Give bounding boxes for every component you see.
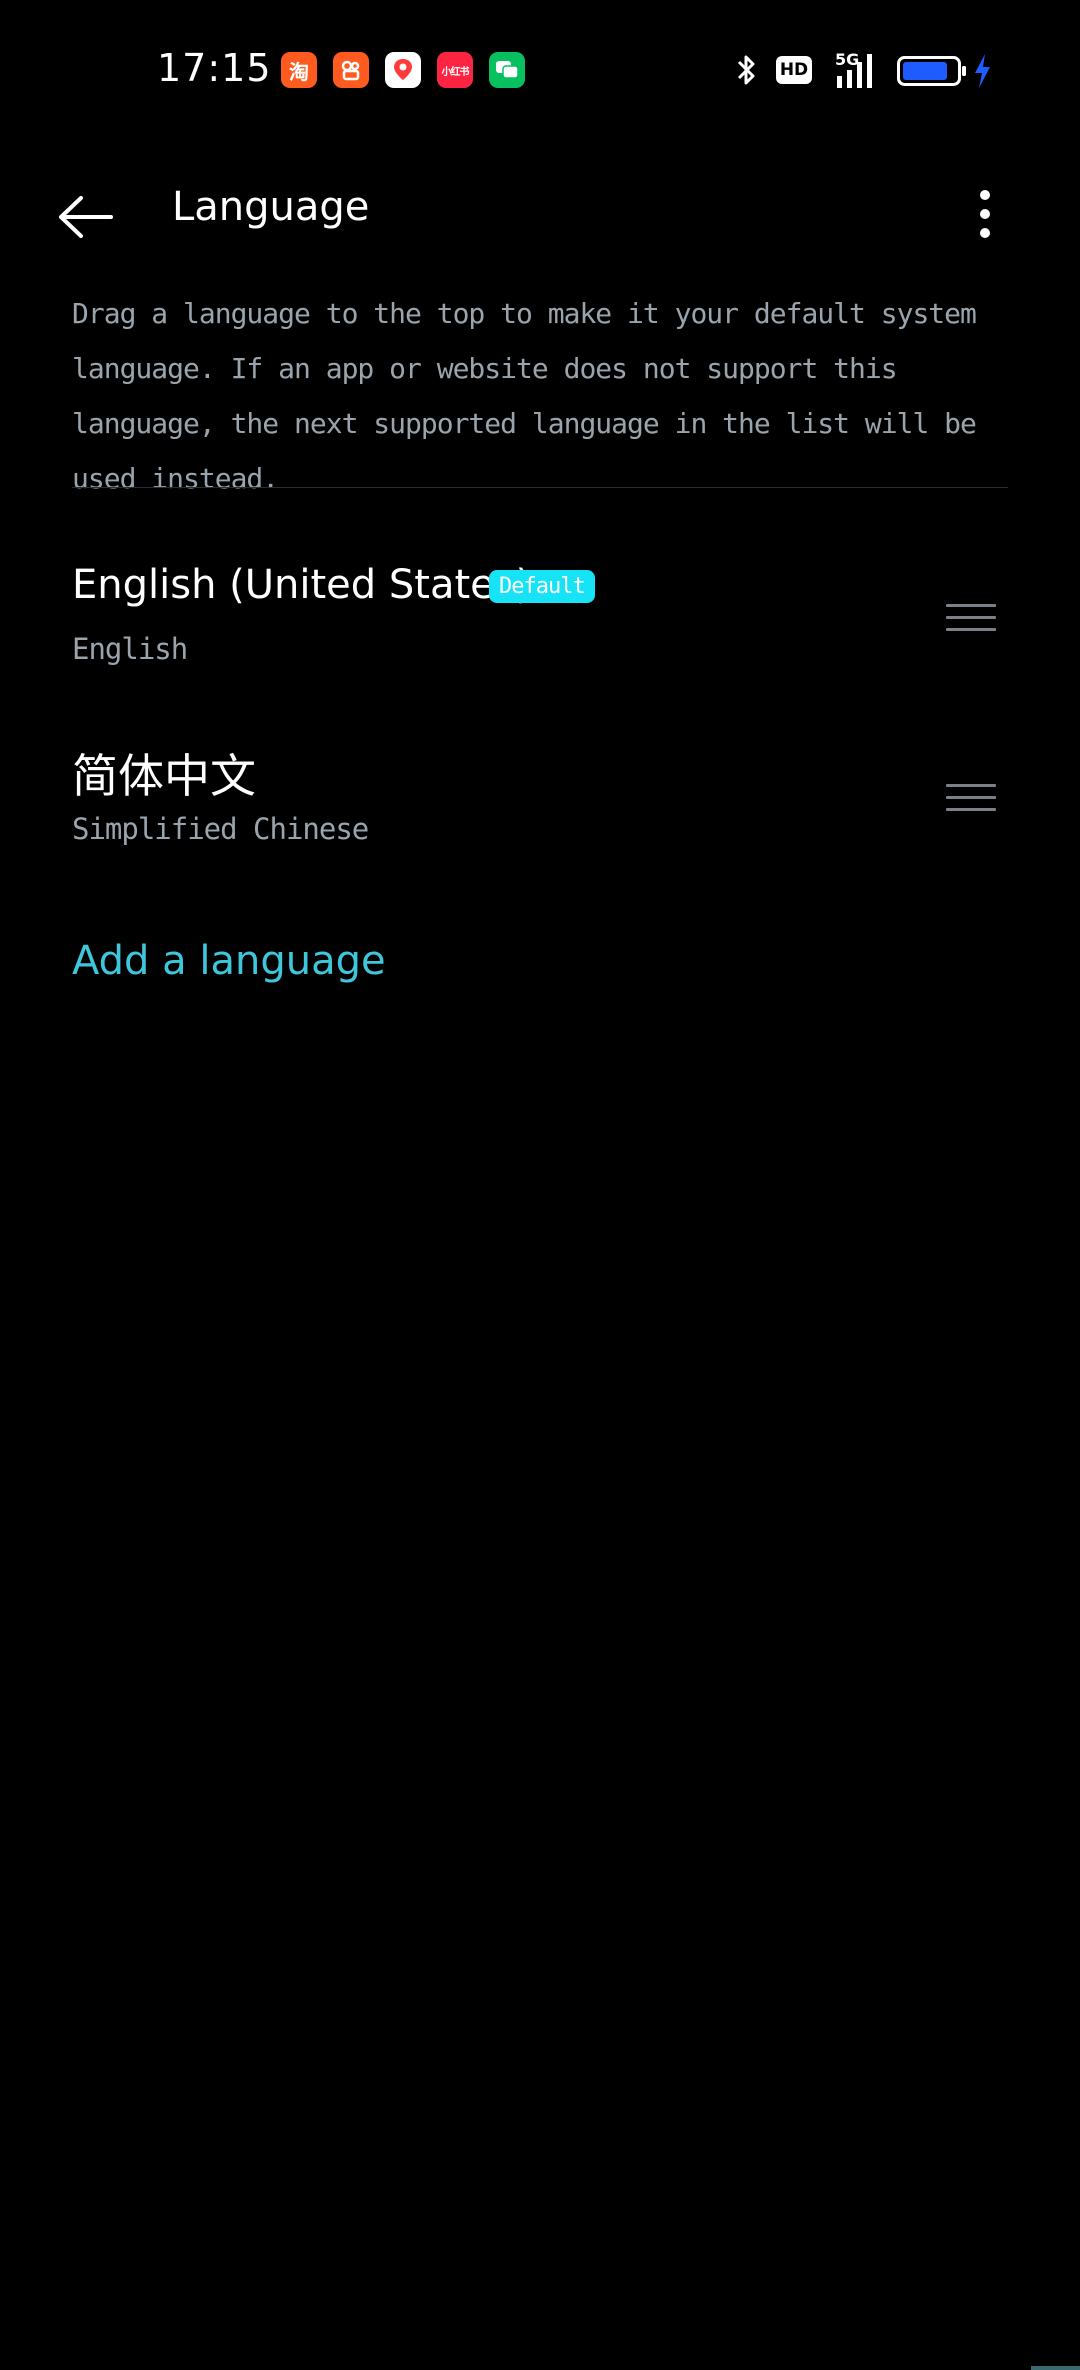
toolbar: Language (0, 160, 1080, 270)
language-item-english[interactable]: English (United States) Default English (0, 540, 1080, 700)
bluetooth-icon (733, 52, 759, 92)
hd-icon: HD (776, 56, 812, 84)
drag-handle-icon[interactable] (946, 604, 998, 634)
more-vert-icon (980, 190, 990, 238)
default-badge: Default (489, 570, 595, 603)
hd-label: HD (779, 60, 809, 80)
language-subtitle: English (72, 632, 188, 666)
taobao-icon-label: 淘 (289, 59, 309, 84)
description-text: Drag a language to the top to make it yo… (72, 297, 977, 495)
messages-icon (489, 52, 525, 88)
page-title: Language (172, 184, 370, 230)
xiaohongshu-icon-label: 小红书 (441, 66, 470, 78)
more-options-button[interactable] (955, 180, 1015, 256)
navigation-hint-bar (1031, 2366, 1080, 2370)
kuaishou-icon (333, 52, 369, 88)
divider (72, 487, 1008, 488)
xiaohongshu-icon: 小红书 (437, 52, 473, 88)
taobao-icon: 淘 (281, 52, 317, 88)
battery-icon (897, 56, 969, 90)
back-arrow-icon (59, 196, 113, 238)
add-language-button[interactable]: Add a language (72, 938, 386, 984)
status-bar: 17:15 淘 小红书 HD 5G (0, 0, 1080, 140)
maps-icon (385, 52, 421, 88)
drag-handle-icon[interactable] (946, 784, 998, 814)
language-name: 简体中文 (72, 749, 256, 803)
status-time: 17:15 (157, 46, 272, 90)
language-item-chinese[interactable]: 简体中文 Simplified Chinese (0, 720, 1080, 880)
language-subtitle: Simplified Chinese (72, 812, 369, 846)
back-button[interactable] (56, 182, 136, 252)
language-name: English (United States) (72, 562, 532, 608)
charging-icon (972, 52, 992, 94)
